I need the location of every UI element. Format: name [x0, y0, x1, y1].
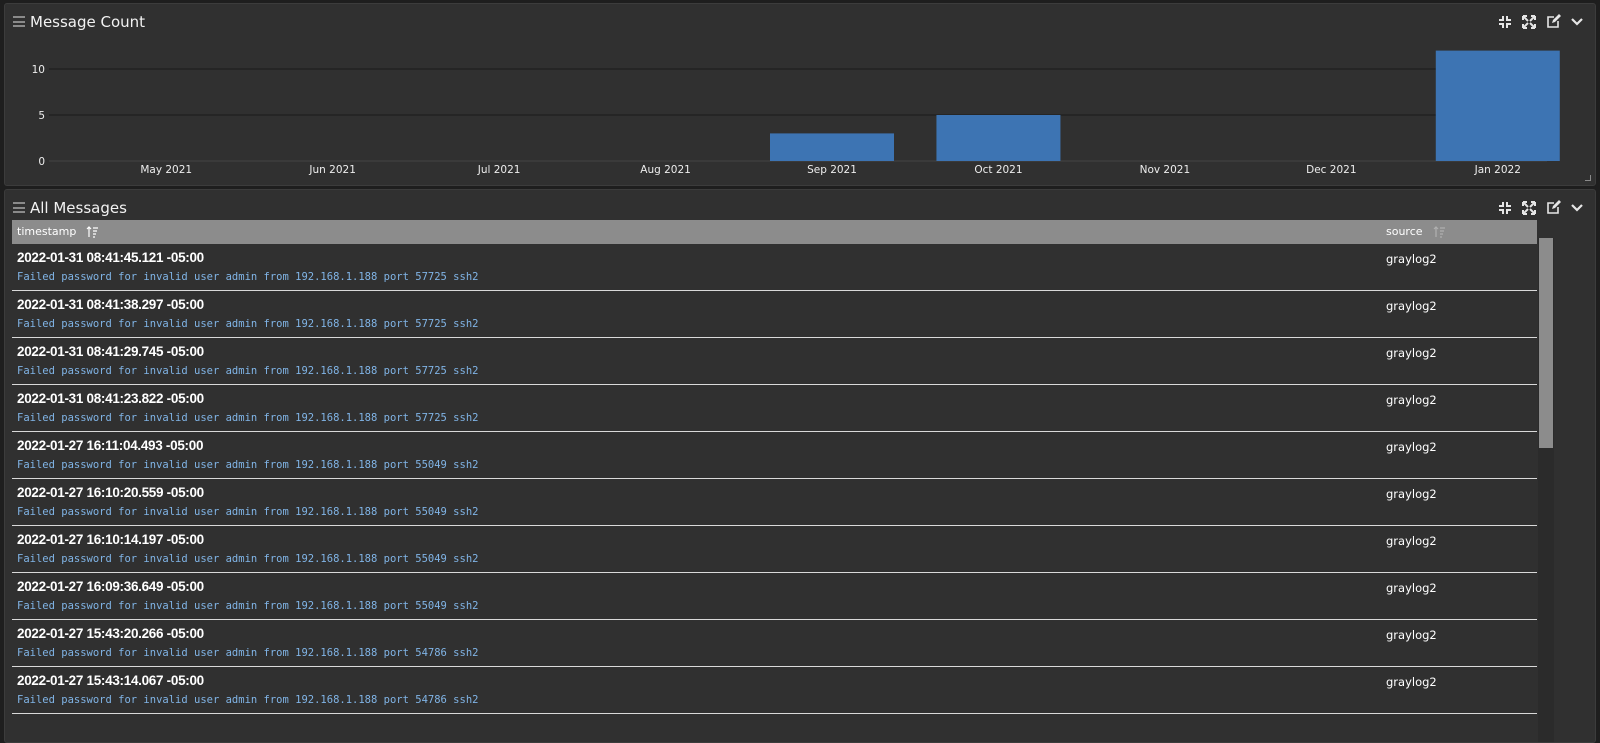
row-source: graylog2: [1386, 393, 1437, 407]
row-message: Failed password for invalid user admin f…: [17, 694, 479, 706]
x-tick-label: Jan 2022: [1474, 164, 1521, 176]
column-label: source: [1386, 225, 1423, 238]
row-source: graylog2: [1386, 299, 1437, 313]
table-header: timestamp source: [12, 220, 1537, 244]
table-row[interactable]: 2022-01-31 08:41:29.745 -05:00 Failed pas…: [12, 338, 1537, 385]
row-timestamp: 2022-01-27 15:43:20.266 -05:00: [17, 626, 204, 641]
edit-icon[interactable]: [1545, 200, 1561, 216]
resize-handle[interactable]: [1585, 175, 1591, 181]
table-row[interactable]: 2022-01-27 16:09:36.649 -05:00 Failed pas…: [12, 573, 1537, 620]
x-tick-label: Oct 2021: [974, 164, 1022, 176]
edit-icon[interactable]: [1545, 14, 1561, 30]
row-source: graylog2: [1386, 487, 1437, 501]
message-count-widget: Message Count 0 5 10 May 2021 Jun 2021 Jul 20…: [4, 3, 1596, 186]
x-tick-label: Sep 2021: [807, 164, 857, 176]
drag-handle-icon[interactable]: [13, 16, 25, 27]
sort-icon[interactable]: [1433, 225, 1445, 238]
x-tick-label: Jul 2021: [477, 164, 521, 176]
x-tick-label: Jun 2021: [308, 164, 355, 176]
y-tick-label: 5: [38, 110, 45, 122]
y-tick-label: 0: [38, 156, 45, 168]
table-row[interactable]: 2022-01-27 15:43:14.067 -05:00 Failed pas…: [12, 667, 1537, 714]
row-timestamp: 2022-01-31 08:41:23.822 -05:00: [17, 391, 204, 406]
row-source: graylog2: [1386, 534, 1437, 548]
row-source: graylog2: [1386, 346, 1437, 360]
row-timestamp: 2022-01-31 08:41:29.745 -05:00: [17, 344, 204, 359]
table-body: 2022-01-31 08:41:45.121 -05:00 Failed pas…: [12, 244, 1537, 714]
y-tick-label: 10: [32, 64, 45, 76]
row-timestamp: 2022-01-27 16:10:14.197 -05:00: [17, 532, 204, 547]
table-row[interactable]: 2022-01-31 08:41:45.121 -05:00 Failed pas…: [12, 244, 1537, 291]
sort-icon[interactable]: [86, 225, 99, 238]
expand-icon[interactable]: [1521, 14, 1537, 30]
row-timestamp: 2022-01-27 16:10:20.559 -05:00: [17, 485, 204, 500]
widget-actions: [1497, 14, 1585, 32]
row-timestamp: 2022-01-27 16:11:04.493 -05:00: [17, 438, 204, 453]
row-timestamp: 2022-01-27 15:43:14.067 -05:00: [17, 673, 204, 688]
widget-header: Message Count: [5, 4, 1595, 40]
table-row[interactable]: 2022-01-27 16:11:04.493 -05:00 Failed pas…: [12, 432, 1537, 479]
row-source: graylog2: [1386, 628, 1437, 642]
bar[interactable]: [770, 133, 894, 161]
column-source[interactable]: source: [1386, 225, 1445, 238]
row-timestamp: 2022-01-31 08:41:45.121 -05:00: [17, 250, 204, 265]
drag-handle-icon[interactable]: [13, 202, 25, 213]
row-source: graylog2: [1386, 581, 1437, 595]
widget-actions: [1497, 200, 1585, 218]
row-source: graylog2: [1386, 440, 1437, 454]
row-message: Failed password for invalid user admin f…: [17, 318, 479, 330]
table-row[interactable]: 2022-01-31 08:41:23.822 -05:00 Failed pas…: [12, 385, 1537, 432]
row-message: Failed password for invalid user admin f…: [17, 459, 479, 471]
row-message: Failed password for invalid user admin f…: [17, 271, 479, 283]
messages-table: timestamp source 2022-01-31 08:41:45.121…: [12, 220, 1537, 714]
message-count-chart: 0 5 10 May 2021 Jun 2021 Jul 2021 Aug 2021 Sep …: [32, 50, 1560, 176]
row-timestamp: 2022-01-31 08:41:38.297 -05:00: [17, 297, 204, 312]
scrollbar[interactable]: [1538, 238, 1554, 742]
widget-title: Message Count: [30, 13, 146, 31]
row-timestamp: 2022-01-27 16:09:36.649 -05:00: [17, 579, 204, 594]
row-message: Failed password for invalid user admin f…: [17, 600, 479, 612]
widget-title: All Messages: [30, 199, 127, 217]
column-timestamp[interactable]: timestamp: [17, 225, 99, 238]
chevron-down-icon[interactable]: [1569, 14, 1585, 30]
x-tick-label: May 2021: [140, 164, 192, 176]
row-message: Failed password for invalid user admin f…: [17, 553, 479, 565]
row-message: Failed password for invalid user admin f…: [17, 412, 479, 424]
bar[interactable]: [1435, 50, 1560, 161]
row-message: Failed password for invalid user admin f…: [17, 506, 479, 518]
table-row[interactable]: 2022-01-31 08:41:38.297 -05:00 Failed pas…: [12, 291, 1537, 338]
column-label: timestamp: [17, 225, 77, 238]
row-message: Failed password for invalid user admin f…: [17, 365, 479, 377]
focus-icon[interactable]: [1497, 200, 1513, 216]
focus-icon[interactable]: [1497, 14, 1513, 30]
expand-icon[interactable]: [1521, 200, 1537, 216]
row-source: graylog2: [1386, 252, 1437, 266]
scrollbar-thumb[interactable]: [1539, 238, 1553, 448]
row-source: graylog2: [1386, 675, 1437, 689]
table-row[interactable]: 2022-01-27 15:43:20.266 -05:00 Failed pas…: [12, 620, 1537, 667]
all-messages-widget: All Messages timestamp source 2022-01-31…: [4, 189, 1596, 743]
table-row[interactable]: 2022-01-27 16:10:20.559 -05:00 Failed pas…: [12, 479, 1537, 526]
chevron-down-icon[interactable]: [1569, 200, 1585, 216]
x-tick-label: Dec 2021: [1306, 164, 1356, 176]
row-message: Failed password for invalid user admin f…: [17, 647, 479, 659]
bar[interactable]: [936, 115, 1061, 161]
table-row[interactable]: 2022-01-27 16:10:14.197 -05:00 Failed pas…: [12, 526, 1537, 573]
x-tick-label: Aug 2021: [640, 164, 691, 176]
x-tick-label: Nov 2021: [1140, 164, 1191, 176]
